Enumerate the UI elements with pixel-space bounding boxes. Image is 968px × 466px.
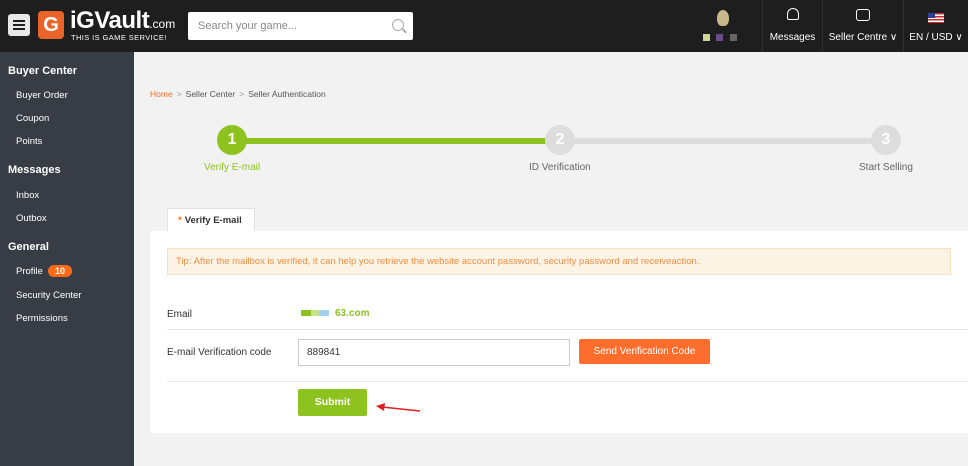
store-icon <box>856 9 870 21</box>
form-divider <box>167 381 968 382</box>
nav-messages-label: Messages <box>769 32 816 43</box>
tab-verify-email-label: Verify E-mail <box>184 215 242 226</box>
breadcrumb-seller-authentication: Seller Authentication <box>248 89 326 99</box>
verification-code-input[interactable] <box>298 339 570 366</box>
sidebar-section-messages: Messages <box>8 164 61 176</box>
send-verification-code-button[interactable]: Send Verification Code <box>579 339 710 364</box>
nav-language-label: EN / USD ∨ <box>909 32 963 43</box>
sidebar-item-security-center[interactable]: Security Center <box>16 290 81 301</box>
steps-progress-completed <box>232 138 560 144</box>
notification-badge: 10 <box>47 265 72 277</box>
annotation-arrow-icon <box>376 403 421 412</box>
breadcrumb-separator: > <box>176 89 182 99</box>
avatar-square <box>730 34 737 41</box>
sidebar-item-profile-label: Profile <box>16 266 43 277</box>
email-value: 63.com <box>335 308 370 319</box>
search-box <box>188 12 413 40</box>
step-2-label: ID Verification <box>529 162 591 173</box>
nav-language-currency[interactable]: EN / USD ∨ <box>903 0 968 52</box>
sidebar-item-inbox[interactable]: Inbox <box>16 190 39 201</box>
avatar-square <box>716 34 723 41</box>
nav-seller-centre[interactable]: Seller Centre ∨ <box>822 0 903 52</box>
logo-suffix: .com <box>149 17 176 31</box>
tip-banner: Tip: After the mailbox is verified, it c… <box>167 248 951 275</box>
breadcrumb-separator: > <box>239 89 245 99</box>
form-divider <box>167 329 968 330</box>
email-label: Email <box>167 309 193 320</box>
breadcrumb-home[interactable]: Home <box>150 89 173 99</box>
breadcrumb-seller-center[interactable]: Seller Center <box>186 89 236 99</box>
sidebar-item-profile[interactable]: Profile 10 <box>16 265 72 277</box>
submit-button[interactable]: Submit <box>298 389 367 416</box>
logo-icon[interactable]: G <box>38 11 64 39</box>
sidebar: Buyer Center Buyer Order Coupon Points M… <box>0 52 134 466</box>
tab-verify-email[interactable]: * Verify E-mail <box>167 208 255 232</box>
step-2-indicator: 2 <box>545 125 575 155</box>
menu-icon[interactable] <box>8 14 30 36</box>
breadcrumb: Home > Seller Center > Seller Authentication <box>150 89 326 99</box>
step-3-label: Start Selling <box>859 162 913 173</box>
logo-wordmark: iGVault <box>70 7 150 34</box>
step-1-label: Verify E-mail <box>204 162 261 173</box>
avatar-square <box>703 34 710 41</box>
nav-messages[interactable]: Messages <box>762 0 822 52</box>
sidebar-item-buyer-order[interactable]: Buyer Order <box>16 90 68 101</box>
sidebar-item-permissions[interactable]: Permissions <box>16 313 68 324</box>
logo-tagline: THIS IS GAME SERVICE! <box>71 33 167 42</box>
top-bar: G iGVault.com THIS IS GAME SERVICE! Mess… <box>0 0 968 52</box>
user-avatar[interactable] <box>700 6 746 46</box>
us-flag-icon <box>928 13 944 23</box>
nav-seller-centre-label: Seller Centre ∨ <box>828 32 898 43</box>
steps-progress-remaining <box>560 138 886 144</box>
verification-panel: Tip: After the mailbox is verified, it c… <box>150 231 968 433</box>
search-input[interactable] <box>188 12 378 40</box>
step-1-indicator: 1 <box>217 125 247 155</box>
email-masked-prefix <box>301 310 329 316</box>
search-icon[interactable] <box>392 19 404 31</box>
sidebar-section-general: General <box>8 241 49 253</box>
sidebar-item-coupon[interactable]: Coupon <box>16 113 49 124</box>
avatar-figure <box>717 10 729 26</box>
bell-icon <box>786 8 799 20</box>
sidebar-item-points[interactable]: Points <box>16 136 42 147</box>
sidebar-section-buyer-center: Buyer Center <box>8 65 78 77</box>
sidebar-item-outbox[interactable]: Outbox <box>16 213 47 224</box>
verification-code-label: E-mail Verification code <box>167 347 272 358</box>
required-mark: * <box>178 215 182 226</box>
step-3-indicator: 3 <box>871 125 901 155</box>
